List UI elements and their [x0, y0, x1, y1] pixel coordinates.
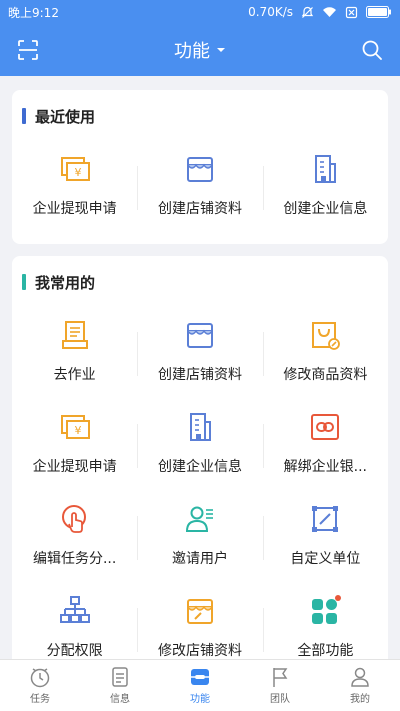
frequent-section: 我常用的 去作业 创建店铺资料 修改商品资料 ¥ 企业提现申请 创建企业信息 解… [12, 256, 388, 666]
feature-label: 自定义单位 [290, 551, 361, 567]
recent-section: 最近使用 ¥ 企业提现申请 创建店铺资料 创建企业信息 [12, 90, 388, 244]
feature-item[interactable]: 创建企业信息 [137, 400, 262, 492]
tab-functions[interactable]: 功能 [160, 660, 240, 711]
tab-team[interactable]: 团队 [240, 660, 320, 711]
feature-label: 创建店铺资料 [157, 201, 242, 217]
tab-messages[interactable]: 信息 [80, 660, 160, 711]
tab-mine[interactable]: 我的 [320, 660, 400, 711]
feature-label: 编辑任务分... [32, 551, 117, 567]
scan-button[interactable] [14, 36, 42, 64]
section-accent-bar [22, 108, 26, 124]
feature-item[interactable]: 编辑任务分... [12, 492, 137, 584]
feature-item[interactable]: 去作业 [12, 308, 137, 400]
feature-item[interactable]: 创建店铺资料 [137, 308, 262, 400]
section-title: 最近使用 [35, 107, 96, 126]
search-icon [362, 40, 382, 60]
touch-hand-icon [58, 502, 92, 536]
svg-text:¥: ¥ [74, 166, 81, 179]
withdraw-icon: ¥ [58, 152, 92, 186]
feature-item[interactable]: 创建企业信息 [262, 142, 388, 234]
page-title: 功能 [174, 41, 210, 62]
feature-label: 全部功能 [297, 643, 354, 659]
title-dropdown[interactable]: 功能 [174, 37, 226, 63]
feature-item[interactable]: 创建店铺资料 [137, 142, 262, 234]
feature-label: 创建企业信息 [283, 201, 368, 217]
store-icon [183, 318, 217, 352]
feature-label: 创建店铺资料 [157, 367, 242, 383]
feature-label: 分配权限 [46, 643, 103, 659]
svg-text:¥: ¥ [74, 424, 81, 437]
function-icon [191, 669, 209, 685]
status-time: 晚上9:12 [8, 5, 59, 20]
building-icon [183, 410, 217, 444]
feature-label: 去作业 [53, 367, 96, 383]
feature-label: 企业提现申请 [32, 459, 117, 475]
flag-icon [273, 668, 288, 687]
scan-icon [18, 40, 38, 60]
task-doc-icon [58, 318, 92, 352]
document-icon [112, 667, 128, 687]
product-edit-icon [308, 318, 342, 352]
org-chart-icon [58, 594, 92, 628]
battery-icon [366, 6, 392, 18]
feature-label: 修改店铺资料 [157, 643, 242, 659]
tab-label: 任务 [30, 694, 50, 705]
header: 功能 [0, 24, 400, 76]
caret-down-icon [217, 48, 225, 52]
sim-icon [345, 6, 358, 19]
custom-unit-icon [308, 502, 342, 536]
bottom-tab-bar: 任务 信息 功能 团队 我的 [0, 659, 400, 711]
unbind-bank-icon [308, 410, 342, 444]
feature-label: 解绑企业银... [283, 459, 367, 475]
feature-item[interactable]: ¥ 企业提现申请 [12, 400, 137, 492]
clock-icon [30, 668, 50, 688]
feature-item[interactable]: 解绑企业银... [262, 400, 388, 492]
wifi-icon [322, 6, 337, 18]
status-bar: 晚上9:12 0.70K/s [0, 0, 400, 24]
all-apps-icon [308, 594, 342, 628]
feature-item[interactable]: 修改商品资料 [262, 308, 388, 400]
store-edit-icon [183, 594, 217, 628]
person-icon [351, 667, 369, 687]
section-accent-bar [22, 274, 26, 290]
invite-user-icon [183, 502, 217, 536]
mute-icon [301, 6, 314, 19]
feature-label: 企业提现申请 [32, 201, 117, 217]
feature-item[interactable]: 邀请用户 [137, 492, 262, 584]
store-icon [183, 152, 217, 186]
network-speed: 0.70K/s [248, 5, 293, 19]
feature-label: 修改商品资料 [283, 367, 368, 383]
tab-label: 功能 [190, 694, 210, 705]
feature-label: 邀请用户 [171, 551, 228, 567]
feature-item[interactable]: ¥ 企业提现申请 [12, 142, 137, 234]
tab-label: 团队 [270, 694, 290, 705]
search-button[interactable] [358, 36, 386, 64]
section-title: 我常用的 [35, 273, 96, 292]
feature-label: 创建企业信息 [157, 459, 242, 475]
withdraw-icon: ¥ [58, 410, 92, 444]
tab-label: 我的 [350, 694, 370, 705]
tab-label: 信息 [110, 694, 130, 705]
feature-item[interactable]: 自定义单位 [262, 492, 388, 584]
tab-tasks[interactable]: 任务 [0, 660, 80, 711]
building-icon [308, 152, 342, 186]
